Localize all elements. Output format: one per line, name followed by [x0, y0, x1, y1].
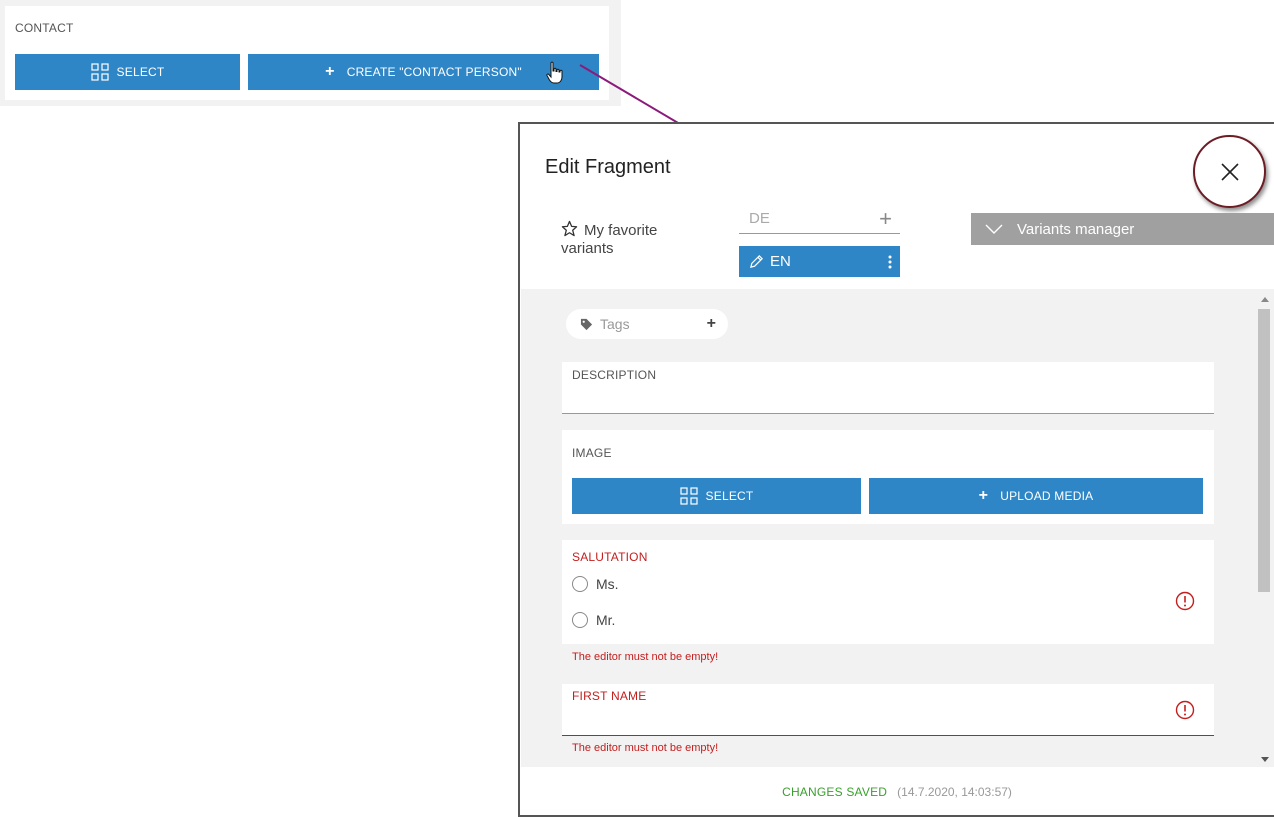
upload-media-label: UPLOAD MEDIA: [1000, 489, 1094, 503]
contact-field-card: CONTACT SELECT + CREATE "CONTACT PERSON": [5, 6, 609, 100]
scroll-up-icon[interactable]: [1256, 293, 1274, 305]
image-field: IMAGE SELECT + UPLOAD MEDIA: [562, 430, 1214, 524]
scroll-down-icon[interactable]: [1256, 753, 1274, 765]
first-name-error: The editor must not be empty!: [572, 742, 719, 754]
contact-select-button[interactable]: SELECT: [15, 54, 240, 90]
plus-icon: +: [325, 63, 335, 80]
radio-button[interactable]: [572, 612, 588, 628]
radio-button[interactable]: [572, 576, 588, 592]
image-label: IMAGE: [572, 446, 612, 460]
error-icon: [1175, 591, 1195, 611]
first-name-field[interactable]: FIRST NAME: [562, 684, 1214, 736]
image-select-label: SELECT: [705, 489, 754, 503]
salutation-error: The editor must not be empty!: [572, 651, 719, 663]
first-name-label: FIRST NAME: [572, 689, 647, 703]
save-status: CHANGES SAVED: [782, 785, 888, 799]
save-timestamp: (14.7.2020, 14:03:57): [897, 785, 1012, 799]
variants-manager-toggle[interactable]: Variants manager: [971, 213, 1274, 245]
dialog-footer: CHANGES SAVED (14.7.2020, 14:03:57): [520, 767, 1274, 817]
scroll-thumb[interactable]: [1258, 309, 1270, 592]
tags-input[interactable]: Tags +: [566, 309, 728, 339]
salutation-option-mr-label: Mr.: [596, 612, 616, 628]
upload-media-button[interactable]: + UPLOAD MEDIA: [869, 478, 1203, 514]
first-name-underline: [562, 735, 1214, 736]
favorite-variants[interactable]: My favorite variants: [561, 220, 691, 258]
image-select-button[interactable]: SELECT: [572, 478, 861, 514]
salutation-label: SALUTATION: [572, 550, 648, 564]
pencil-icon: [750, 255, 763, 268]
description-label: DESCRIPTION: [572, 368, 657, 382]
tags-placeholder: Tags: [600, 316, 630, 332]
grid-icon: [90, 63, 109, 81]
tag-icon: [580, 318, 593, 330]
close-icon: [1220, 162, 1239, 181]
plus-icon: +: [978, 487, 989, 504]
add-language-icon[interactable]: +: [879, 206, 892, 232]
language-tab-en[interactable]: EN: [739, 246, 900, 277]
dialog-title: Edit Fragment: [545, 156, 671, 178]
add-tag-icon[interactable]: +: [707, 315, 716, 333]
contact-panel: CONTACT SELECT + CREATE "CONTACT PERSON": [0, 0, 621, 106]
salutation-option-ms[interactable]: Ms.: [572, 576, 619, 592]
create-contact-person-label: CREATE "CONTACT PERSON": [346, 65, 522, 79]
language-en-label: EN: [770, 253, 791, 270]
chevron-down-icon: [985, 224, 1003, 234]
star-icon: [561, 220, 578, 237]
error-icon: [1175, 700, 1195, 720]
close-button[interactable]: [1193, 135, 1266, 208]
description-field[interactable]: DESCRIPTION: [562, 362, 1214, 414]
hand-cursor-icon: [546, 61, 563, 84]
variants-manager-label: Variants manager: [1017, 220, 1135, 238]
grid-icon: [679, 487, 698, 505]
description-underline: [562, 413, 1214, 414]
contact-label: CONTACT: [15, 21, 74, 35]
more-vertical-icon[interactable]: [888, 255, 892, 269]
salutation-option-ms-label: Ms.: [596, 576, 619, 592]
fragment-form: Tags + DESCRIPTION IMAGE SELECT + UPLOAD…: [521, 289, 1256, 767]
form-scrollbar[interactable]: [1256, 289, 1274, 767]
language-tab-de[interactable]: DE +: [739, 204, 900, 234]
contact-select-label: SELECT: [116, 65, 165, 79]
salutation-field: SALUTATION Ms. Mr.: [562, 540, 1214, 644]
language-de-label: DE: [749, 210, 770, 227]
edit-fragment-dialog: Edit Fragment My favorite variants DE + …: [518, 122, 1274, 817]
salutation-option-mr[interactable]: Mr.: [572, 612, 615, 628]
